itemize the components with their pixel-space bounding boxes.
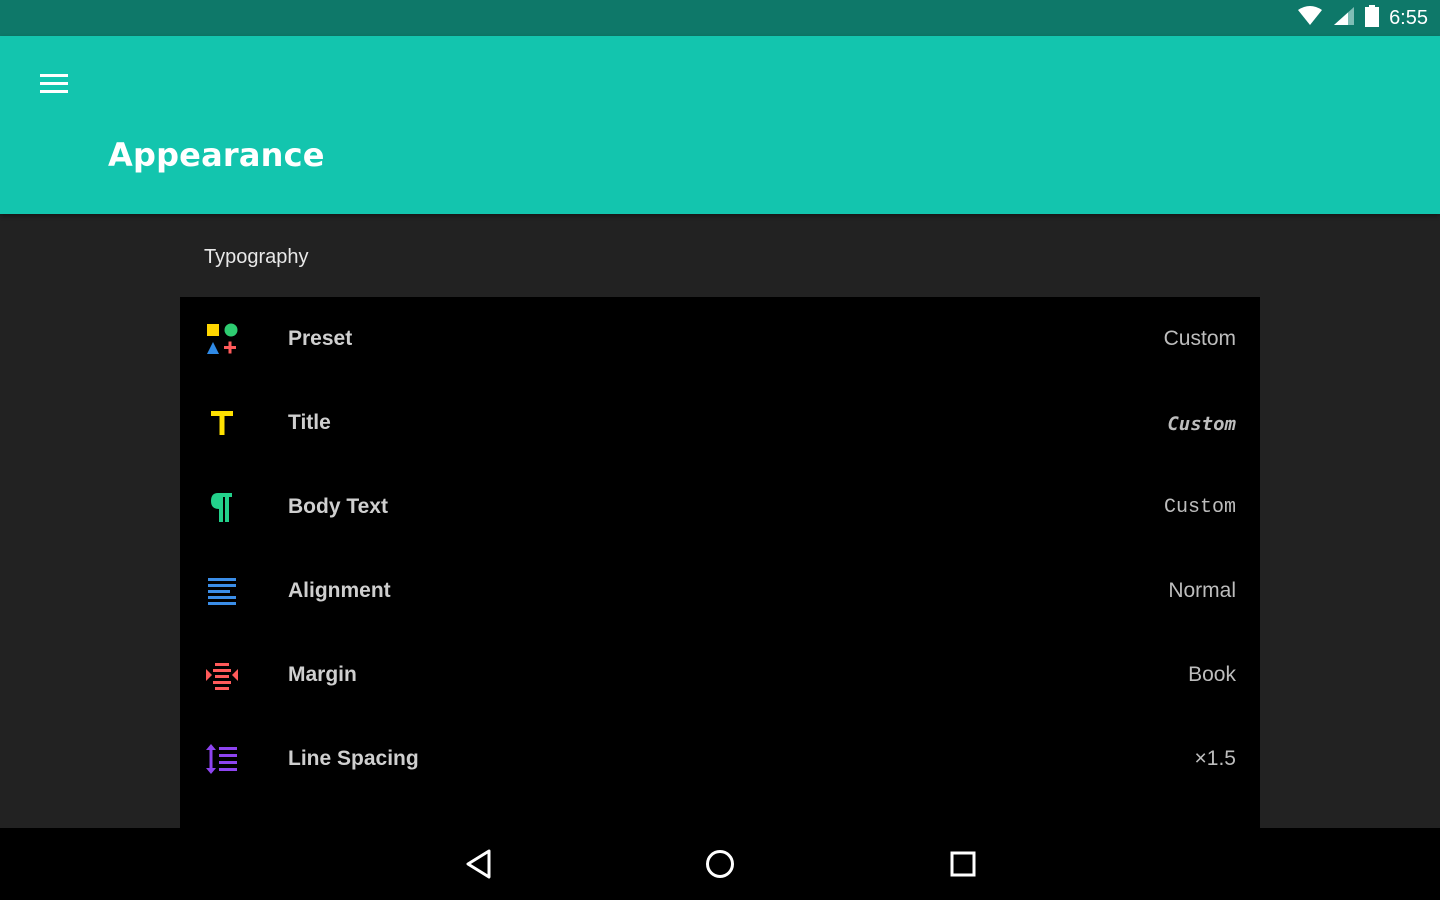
status-icons: 6:55 bbox=[1297, 0, 1428, 36]
margin-icon bbox=[204, 657, 240, 693]
setting-label: Preset bbox=[288, 327, 353, 350]
back-icon[interactable] bbox=[458, 844, 498, 884]
pilcrow-icon bbox=[204, 489, 240, 525]
home-icon[interactable] bbox=[700, 844, 740, 884]
line-spacing-icon bbox=[204, 741, 240, 777]
setting-label: Line Spacing bbox=[288, 747, 419, 770]
shapes-icon bbox=[204, 321, 240, 357]
status-bar: 6:55 bbox=[0, 0, 1440, 36]
app-bar: Appearance bbox=[0, 36, 1440, 214]
setting-label: Title bbox=[288, 411, 331, 434]
settings-list: Preset Custom Title Custom Body Text Cus… bbox=[180, 297, 1260, 828]
setting-value: Book bbox=[1188, 663, 1236, 686]
setting-title[interactable]: Title Custom bbox=[180, 381, 1260, 465]
status-time: 6:55 bbox=[1389, 6, 1428, 29]
cell-signal-icon bbox=[1333, 6, 1355, 31]
align-justify-icon bbox=[204, 573, 240, 609]
page-title: Appearance bbox=[108, 136, 325, 174]
section-header: Typography bbox=[204, 246, 309, 268]
title-t-icon bbox=[204, 405, 240, 441]
setting-value: Custom bbox=[1163, 327, 1236, 350]
setting-preset[interactable]: Preset Custom bbox=[180, 297, 1260, 381]
setting-line-spacing[interactable]: Line Spacing ×1.5 bbox=[180, 717, 1260, 801]
wifi-icon bbox=[1297, 5, 1323, 31]
setting-value: ×1.5 bbox=[1194, 747, 1236, 770]
setting-value: Custom bbox=[1163, 496, 1236, 519]
setting-value: Custom bbox=[1167, 413, 1236, 435]
navigation-bar bbox=[0, 828, 1440, 900]
setting-value: Normal bbox=[1168, 579, 1236, 602]
setting-label: Body Text bbox=[288, 495, 388, 518]
battery-icon bbox=[1365, 4, 1380, 32]
setting-alignment[interactable]: Alignment Normal bbox=[180, 549, 1260, 633]
setting-body-text[interactable]: Body Text Custom bbox=[180, 465, 1260, 549]
hamburger-menu-icon[interactable] bbox=[30, 68, 78, 100]
recents-icon[interactable] bbox=[943, 844, 983, 884]
setting-label: Margin bbox=[288, 663, 357, 686]
setting-margin[interactable]: Margin Book bbox=[180, 633, 1260, 717]
setting-label: Alignment bbox=[288, 579, 391, 602]
